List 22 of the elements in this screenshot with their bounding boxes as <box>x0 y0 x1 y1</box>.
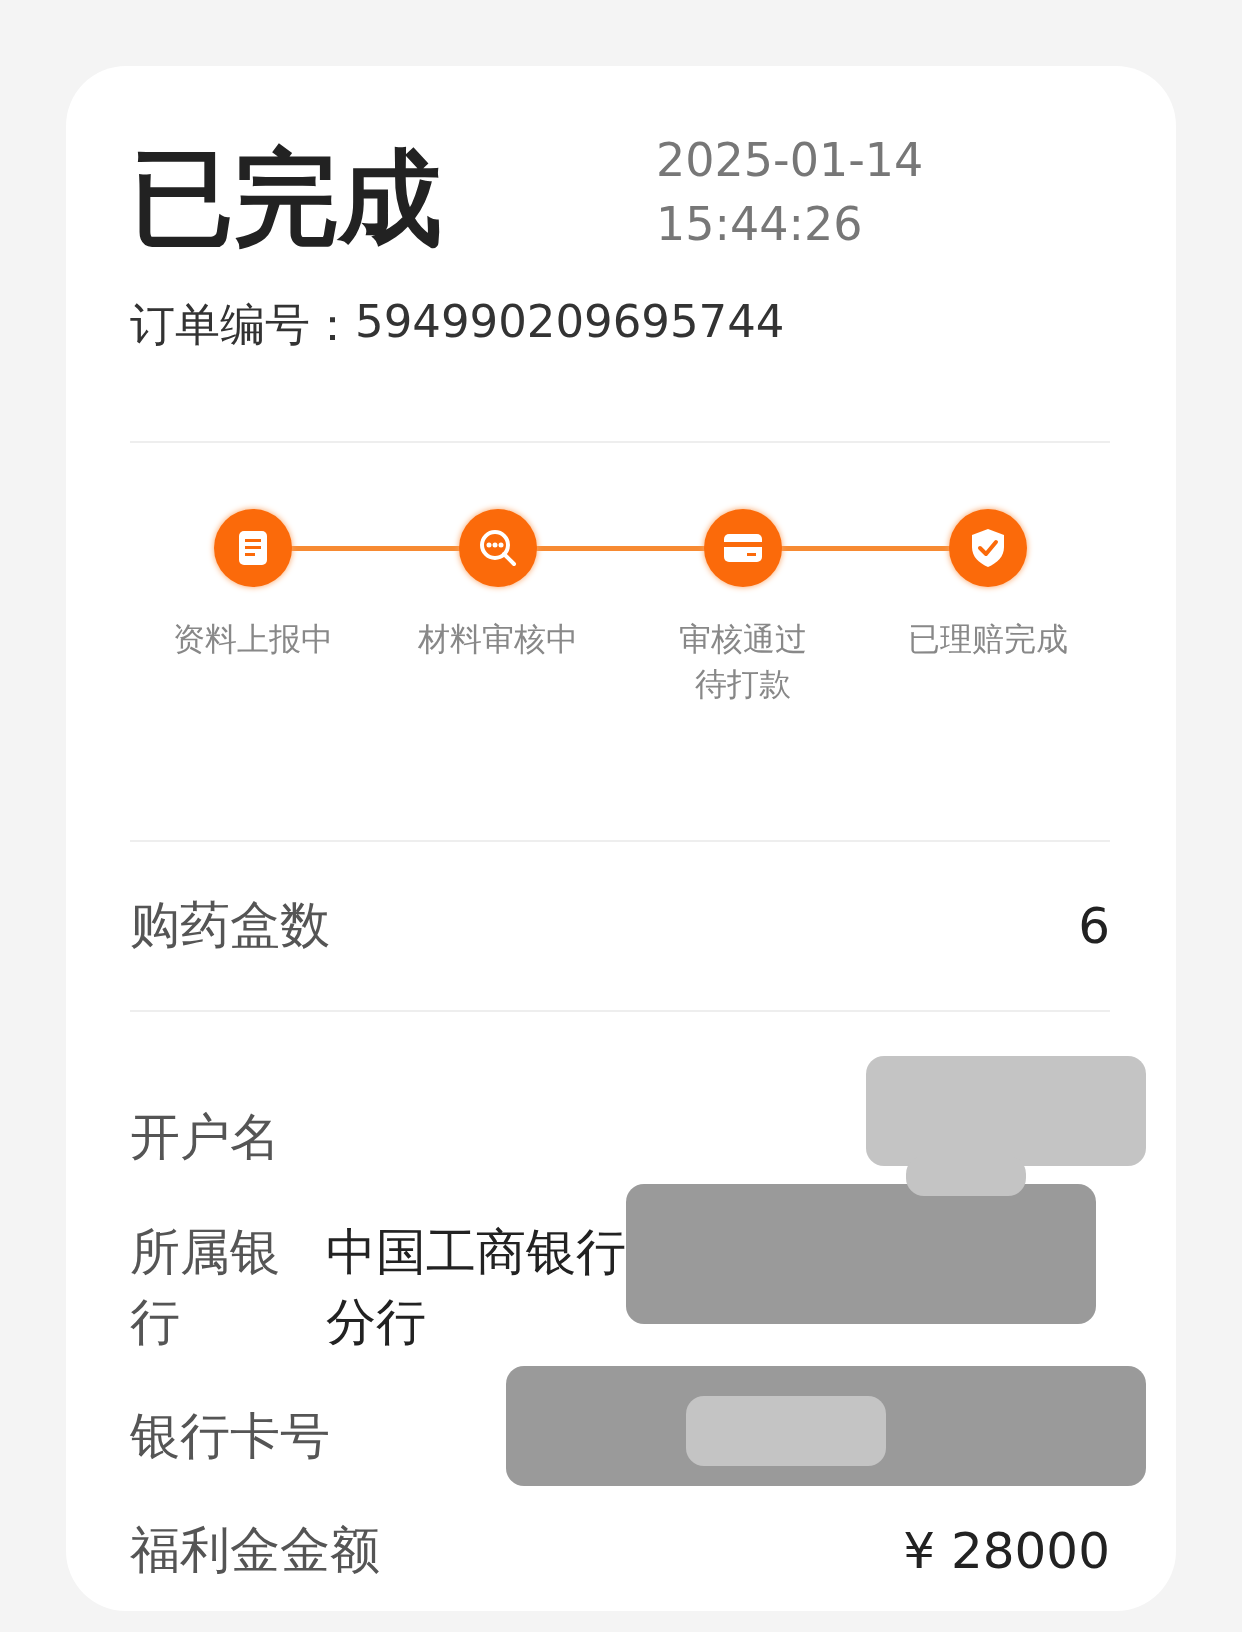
step-label: 审核通过 <box>678 618 807 660</box>
datetime-text: 15:44:26 <box>656 196 864 253</box>
search-icon <box>477 527 518 568</box>
status-title: 已完成 <box>130 136 443 261</box>
order-label: 订单编号： <box>130 296 355 353</box>
field-label: 开户名 <box>130 1107 280 1169</box>
field-label: 银行卡号 <box>130 1406 330 1468</box>
step-label: 资料上报中 <box>172 618 333 660</box>
step-label: 已理赔完成 <box>907 618 1068 660</box>
field-value: 6 <box>1078 896 1110 955</box>
step-label: 待打款 <box>694 663 791 705</box>
field-label: 购药盒数 <box>130 895 330 957</box>
field-value: ¥ 28000 <box>903 1521 1110 1580</box>
field-value: 中国工商银行 <box>326 1221 626 1283</box>
field-label: 福利金金额 <box>130 1520 380 1582</box>
step-label: 材料审核中 <box>417 618 578 660</box>
credit-card-icon <box>722 532 763 563</box>
field-label: 所属银行 <box>130 1221 281 1353</box>
shield-check-icon <box>969 527 1006 568</box>
order-number: 594990209695744 <box>355 294 785 350</box>
datetime-text: 2025-01-14 <box>656 132 924 189</box>
field-value: 分行 <box>326 1291 427 1353</box>
